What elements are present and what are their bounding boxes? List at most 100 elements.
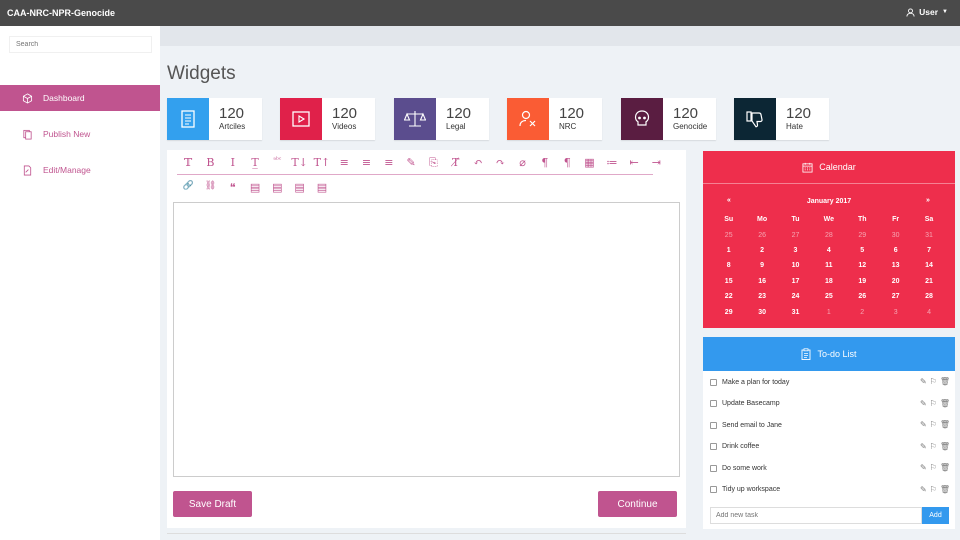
trash-icon[interactable]: 🗑 [940,463,950,472]
indent-button[interactable]: ⇥ [645,156,667,170]
todo-checkbox[interactable] [710,464,717,472]
calendar-day[interactable]: 5 [846,247,879,254]
pencil-icon[interactable]: ✎ [920,377,927,386]
stat-card-genocide[interactable]: 120 Genocide [621,98,716,140]
calendar-day[interactable]: 31 [912,232,945,239]
undo-button[interactable]: ↶ [467,156,489,170]
flag-icon[interactable]: ⚐ [930,399,937,408]
spellcheck-button[interactable]: ᵃᵇᶜ [266,156,288,170]
calendar-day[interactable]: 18 [812,278,845,285]
subscript-button[interactable]: T↓ [288,156,310,170]
calendar-day[interactable]: 9 [745,262,778,269]
image-block-button[interactable]: ▤ [311,181,333,194]
save-draft-button[interactable]: Save Draft [173,491,252,517]
stat-card-legal[interactable]: 120 Legal [394,98,489,140]
add-task-button[interactable]: Add [922,507,949,524]
flag-icon[interactable]: ⚐ [930,442,937,451]
calendar-day[interactable]: 26 [745,232,778,239]
redo-button[interactable]: ↷ [489,156,511,170]
flag-icon[interactable]: ⚐ [930,463,937,472]
pencil-icon[interactable]: ✎ [920,485,927,494]
stat-card-hate[interactable]: 120 Hate [734,98,829,140]
calendar-day[interactable]: 28 [912,293,945,300]
calendar-day[interactable]: 15 [712,278,745,285]
calendar-day[interactable]: 30 [745,309,778,316]
trash-icon[interactable]: 🗑 [940,399,950,408]
calendar-day[interactable]: 6 [879,247,912,254]
calendar-day[interactable]: 4 [912,309,945,316]
calendar-day[interactable]: 29 [712,309,745,316]
calendar-day[interactable]: 21 [912,278,945,285]
app-title[interactable]: CAA-NRC-NPR-Genocide [7,8,115,18]
format-brush-button[interactable]: ✎ [400,156,422,170]
calendar-day[interactable]: 23 [745,293,778,300]
calendar-day[interactable]: 2 [745,247,778,254]
blockquote-button[interactable]: ❝ [222,181,244,194]
calendar-next-button[interactable]: » [926,197,930,204]
table-button[interactable]: ▦ [578,156,600,170]
calendar-day[interactable]: 20 [879,278,912,285]
flag-icon[interactable]: ⚐ [930,420,937,429]
stat-card-articles[interactable]: 120 Artciles [167,98,262,140]
calendar-day[interactable]: 28 [812,232,845,239]
editor-textarea[interactable] [173,202,680,477]
todo-checkbox[interactable] [710,486,717,493]
pencil-icon[interactable]: ✎ [920,420,927,429]
calendar-day[interactable]: 14 [912,262,945,269]
calendar-day[interactable]: 11 [812,262,845,269]
stat-card-videos[interactable]: 120 Videos [280,98,375,140]
calendar-day[interactable]: 25 [712,232,745,239]
image-right-button[interactable]: ▤ [288,181,310,194]
calendar-day[interactable]: 26 [846,293,879,300]
calendar-day[interactable]: 12 [846,262,879,269]
todo-checkbox[interactable] [710,400,717,407]
paragraph-button[interactable]: ¶ [534,156,556,170]
flag-icon[interactable]: ⚐ [930,485,937,494]
calendar-day[interactable]: 1 [812,309,845,316]
calendar-day[interactable]: 10 [779,262,812,269]
stat-card-nrc[interactable]: 120 NRC [507,98,602,140]
continue-button[interactable]: Continue [598,491,677,517]
trash-icon[interactable]: 🗑 [940,442,950,451]
calendar-day[interactable]: 13 [879,262,912,269]
clear-format-button[interactable]: T̸ [445,156,467,170]
calendar-day[interactable]: 24 [779,293,812,300]
superscript-button[interactable]: T↑ [311,156,333,170]
image-center-button[interactable]: ▤ [266,181,288,194]
pencil-icon[interactable]: ✎ [920,442,927,451]
pencil-icon[interactable]: ✎ [920,399,927,408]
calendar-day[interactable]: 31 [779,309,812,316]
todo-checkbox[interactable] [710,443,717,450]
calendar-day[interactable]: 27 [879,293,912,300]
calendar-day[interactable]: 30 [879,232,912,239]
attach-button[interactable]: ⌀ [511,156,533,170]
link-button[interactable]: 🔗 [177,181,199,194]
calendar-day[interactable]: 16 [745,278,778,285]
new-task-input[interactable] [710,507,922,524]
paste-button[interactable]: ⎘ [422,156,444,170]
calendar-day[interactable]: 27 [779,232,812,239]
sidebar-item-publish-new[interactable]: Publish New [0,121,160,147]
trash-icon[interactable]: 🗑 [940,377,950,386]
unlink-button[interactable]: ⛓ [199,181,221,194]
align-center-button[interactable]: ≡ [355,156,377,170]
italic-button[interactable]: I [222,156,244,170]
calendar-day[interactable]: 22 [712,293,745,300]
align-right-button[interactable]: ≡ [378,156,400,170]
calendar-day[interactable]: 3 [779,247,812,254]
sidebar-item-edit-manage[interactable]: Edit/Manage [0,157,160,183]
image-left-button[interactable]: ▤ [244,181,266,194]
search-input[interactable] [9,36,152,53]
sidebar-item-dashboard[interactable]: Dashboard [0,85,160,111]
calendar-day[interactable]: 29 [846,232,879,239]
font-family-button[interactable]: 𝕋 [177,156,199,170]
calendar-day[interactable]: 3 [879,309,912,316]
calendar-day[interactable]: 4 [812,247,845,254]
paragraph-rtl-button[interactable]: ¶ [556,156,578,170]
calendar-day[interactable]: 7 [912,247,945,254]
calendar-day[interactable]: 17 [779,278,812,285]
underline-button[interactable]: T̲ [244,156,266,170]
todo-checkbox[interactable] [710,378,717,386]
flag-icon[interactable]: ⚐ [930,377,937,386]
calendar-day[interactable]: 2 [846,309,879,316]
